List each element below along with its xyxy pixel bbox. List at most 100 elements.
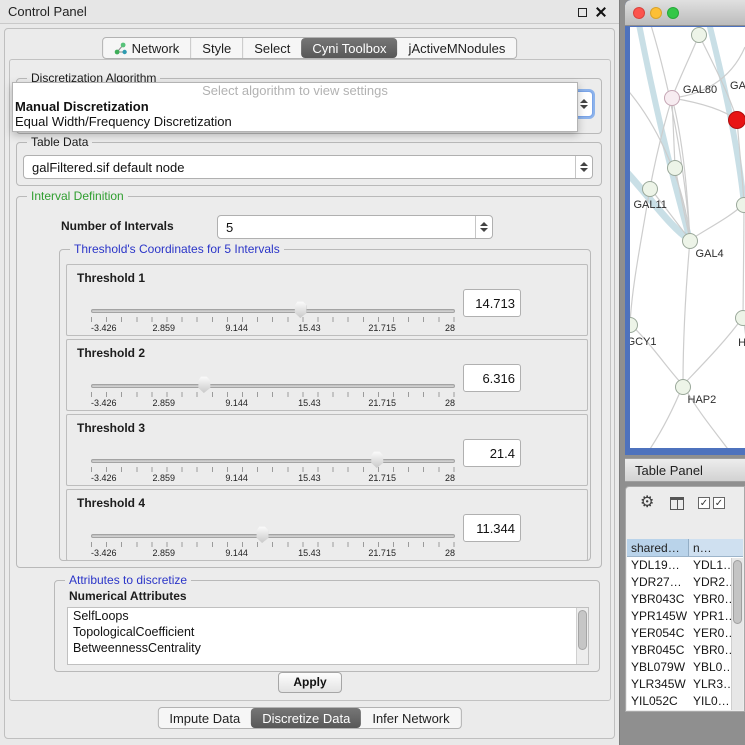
tab-label: Infer Network [372, 711, 449, 726]
list-item[interactable]: SelfLoops [68, 608, 588, 624]
dropdown-option[interactable]: Equal Width/Frequency Discretization [13, 114, 577, 129]
checkbox-icon[interactable]: ✓ [713, 497, 725, 509]
table-cell[interactable]: YDL19… [627, 557, 689, 574]
column-header[interactable]: n… [689, 539, 743, 556]
list-item[interactable]: TopologicalCoefficient [68, 624, 588, 640]
tab[interactable]: Cyni Toolbox [301, 38, 397, 58]
slider-track[interactable] [91, 309, 455, 313]
slider-thumb[interactable] [294, 301, 307, 318]
network-node[interactable] [728, 111, 745, 129]
dropdown-option[interactable]: Manual Discretization [13, 99, 577, 114]
scrollbar-thumb[interactable] [733, 560, 742, 624]
table-row[interactable]: YBR045C YBR0… [627, 642, 743, 659]
table-cell[interactable]: YLR345W [627, 676, 689, 693]
table-data-combobox[interactable]: galFiltered.sif default node [23, 155, 593, 179]
float-window-icon[interactable] [578, 8, 587, 17]
network-node[interactable] [642, 181, 658, 197]
threshold-value-input[interactable] [463, 289, 521, 317]
table-cell[interactable]: YBL079W [627, 659, 689, 676]
threshold-value-input[interactable] [463, 364, 521, 392]
table-row[interactable]: YLR345W YLR3… [627, 676, 743, 693]
threshold-panel: Threshold 4 -3.426 [66, 489, 588, 561]
checkbox-icon[interactable]: ✓ [698, 497, 710, 509]
column-header[interactable]: shared… [627, 539, 689, 556]
tab[interactable]: Style [190, 38, 242, 58]
group-label: Interval Definition [27, 189, 128, 203]
zoom-traffic-light-icon[interactable] [667, 7, 679, 19]
node-label: GA [730, 80, 745, 92]
dropdown-prompt[interactable]: Select algorithm to view settings [13, 83, 577, 99]
number-of-intervals-combobox[interactable]: 5 [217, 215, 493, 239]
network-canvas[interactable]: GAL80 GA GAL11 GAL4 GCY1 H HAP2 [630, 27, 745, 448]
table-row[interactable]: YBR043C YBR0… [627, 591, 743, 608]
threshold-slider[interactable]: -3.426 2.859 9.144 15.43 21. [91, 490, 455, 560]
table-panel-header[interactable]: Table Panel [625, 458, 745, 482]
network-node[interactable] [691, 27, 707, 43]
scale-label: 9.144 [225, 323, 248, 333]
network-node[interactable] [667, 160, 683, 176]
combobox-value: 5 [218, 220, 475, 235]
network-node[interactable] [675, 379, 691, 395]
scale-label: 28 [445, 323, 455, 333]
threshold-value-input[interactable] [463, 439, 521, 467]
table-cell[interactable]: YDR27… [627, 574, 689, 591]
threshold-slider[interactable]: -3.426 2.859 9.144 15.43 21. [91, 265, 455, 335]
close-icon[interactable] [595, 6, 607, 18]
list-scrollbar[interactable] [576, 608, 588, 664]
table-scrollbar[interactable] [731, 558, 743, 710]
gear-icon[interactable]: ⚙ [640, 493, 654, 513]
node-label: GAL11 [633, 199, 666, 211]
scale-label: 21.715 [368, 323, 396, 333]
tab-label: Style [202, 41, 231, 56]
network-node[interactable] [682, 233, 698, 249]
apply-button[interactable]: Apply [278, 672, 342, 693]
table-cell[interactable]: YER054C [627, 625, 689, 642]
scrollbar-thumb[interactable] [578, 610, 587, 650]
threshold-slider[interactable]: -3.426 2.859 9.144 15.43 21. [91, 340, 455, 410]
tab[interactable]: Infer Network [361, 708, 460, 728]
network-node[interactable] [736, 197, 745, 213]
table-cell[interactable]: YIL052C [627, 693, 689, 710]
slider-track[interactable] [91, 384, 455, 388]
tab[interactable]: Network [103, 38, 191, 58]
scale-label: 28 [445, 473, 455, 483]
table-row[interactable]: YPR145W YPR1… [627, 608, 743, 625]
table-row[interactable]: YIL052C YIL0… [627, 693, 743, 710]
control-panel-body: Network Style [4, 28, 615, 739]
table-row[interactable]: YBL079W YBL0… [627, 659, 743, 676]
table-row[interactable]: YDL19… YDL1… [627, 557, 743, 574]
tab[interactable]: Select [242, 38, 301, 58]
tab-label: Discretize Data [262, 711, 350, 726]
threshold-slider[interactable]: -3.426 2.859 9.144 15.43 21. [91, 415, 455, 485]
node-table: shared… n… YDL19… YDL1… YDR27… YDR2… YBR… [627, 539, 743, 710]
table-row[interactable]: YER054C YER0… [627, 625, 743, 642]
tab[interactable]: Discretize Data [251, 708, 361, 728]
scale-label: 28 [445, 398, 455, 408]
threshold-value-input[interactable] [463, 514, 521, 542]
slider-track[interactable] [91, 534, 455, 538]
minimize-traffic-light-icon[interactable] [650, 7, 662, 19]
table-cell[interactable]: YPR145W [627, 608, 689, 625]
slider-track[interactable] [91, 459, 455, 463]
table-cell[interactable]: YBR043C [627, 591, 689, 608]
tab[interactable]: Impute Data [158, 708, 251, 728]
stepper-arrows-icon[interactable] [475, 216, 492, 238]
table-cell[interactable]: YBR045C [627, 642, 689, 659]
network-node[interactable] [664, 90, 680, 106]
slider-thumb[interactable] [256, 526, 269, 543]
table-row[interactable]: YDR27… YDR2… [627, 574, 743, 591]
tab-label: Impute Data [169, 711, 240, 726]
stepper-arrows-icon[interactable] [575, 156, 592, 178]
slider-thumb[interactable] [197, 376, 210, 393]
network-node[interactable] [735, 310, 745, 326]
scale-label: 21.715 [368, 473, 396, 483]
node-label: GAL80 [683, 84, 717, 96]
slider-thumb[interactable] [370, 451, 383, 468]
tab[interactable]: jActiveMNodules [398, 38, 517, 58]
numerical-attributes-list[interactable]: SelfLoops TopologicalCoefficient Between… [67, 607, 589, 665]
numerical-attributes-heading: Numerical Attributes [69, 589, 187, 603]
columns-icon[interactable] [670, 497, 684, 510]
scale-label: 9.144 [225, 398, 248, 408]
list-item[interactable]: BetweennessCentrality [68, 640, 588, 656]
close-traffic-light-icon[interactable] [633, 7, 645, 19]
